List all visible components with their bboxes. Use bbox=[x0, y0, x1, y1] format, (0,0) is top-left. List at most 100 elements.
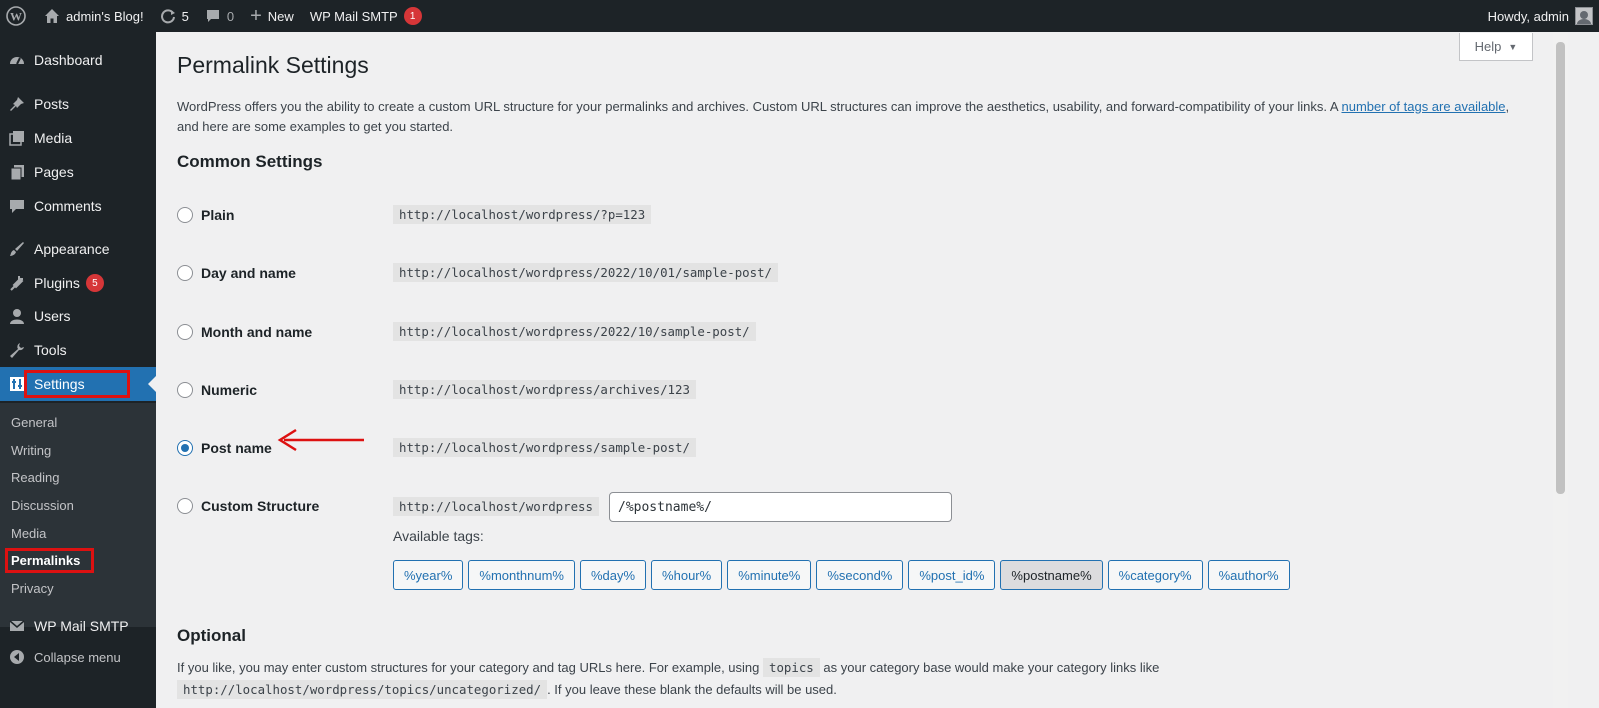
optional-description: If you like, you may enter custom struct… bbox=[177, 658, 1160, 677]
tag-button[interactable]: %category% bbox=[1107, 560, 1203, 590]
custom-base-url: http://localhost/wordpress bbox=[393, 497, 599, 516]
pages-icon bbox=[0, 163, 34, 181]
wp-mail-smtp-link[interactable]: WP Mail SMTP 1 bbox=[302, 0, 430, 32]
wp-mail-smtp-label: WP Mail SMTP bbox=[309, 8, 398, 24]
admin-bar: W admin's Blog! 5 0 + New WP Mail SMTP 1… bbox=[0, 0, 1599, 32]
intro-paragraph: WordPress offers you the ability to crea… bbox=[177, 97, 1517, 137]
updates-link[interactable]: 5 bbox=[152, 0, 197, 32]
menu-plugins[interactable]: Plugins 5 bbox=[0, 266, 156, 300]
optional-example-url: http://localhost/wordpress/topics/uncate… bbox=[177, 680, 548, 699]
plugin-icon bbox=[0, 274, 34, 292]
mail-icon bbox=[0, 617, 34, 635]
radio-post-name[interactable] bbox=[177, 440, 193, 456]
tag-button[interactable]: %author% bbox=[1207, 560, 1290, 590]
tag-button[interactable]: %hour% bbox=[651, 560, 723, 590]
new-content-link[interactable]: + New bbox=[242, 0, 302, 32]
menu-users[interactable]: Users bbox=[0, 299, 156, 333]
scroll-thumb[interactable] bbox=[1556, 42, 1565, 494]
radio-day-and-name[interactable] bbox=[177, 265, 193, 281]
wordpress-logo-icon: W bbox=[6, 6, 26, 26]
comment-icon bbox=[0, 197, 34, 215]
tag-button[interactable]: %post_id% bbox=[908, 560, 996, 590]
option-numeric[interactable]: Numeric bbox=[177, 382, 257, 398]
radio-numeric[interactable] bbox=[177, 382, 193, 398]
optional-text-after: as your category base would make your ca… bbox=[823, 660, 1160, 675]
optional-text-end: . If you leave these blank the defaults … bbox=[547, 682, 837, 697]
option-day-and-name[interactable]: Day and name bbox=[177, 265, 296, 281]
my-account-link[interactable]: Howdy, admin bbox=[1480, 0, 1593, 32]
optional-description-2: http://localhost/wordpress/topics/uncate… bbox=[177, 680, 837, 699]
intro-text: WordPress offers you the ability to crea… bbox=[177, 99, 1338, 114]
menu-label: Appearance bbox=[34, 241, 110, 257]
tag-button[interactable]: %second% bbox=[816, 560, 904, 590]
menu-label: Tools bbox=[34, 342, 67, 358]
tag-button[interactable]: %day% bbox=[579, 560, 647, 590]
plus-icon: + bbox=[250, 4, 262, 27]
comment-bubble-icon bbox=[205, 8, 221, 24]
annotation-box-settings bbox=[24, 370, 130, 398]
avatar bbox=[1575, 7, 1593, 25]
tag-button[interactable]: %minute% bbox=[727, 560, 812, 590]
site-name-link[interactable]: admin's Blog! bbox=[36, 0, 152, 32]
home-icon bbox=[44, 8, 60, 24]
help-button[interactable]: Help ▼ bbox=[1459, 33, 1533, 61]
comments-link[interactable]: 0 bbox=[197, 0, 242, 32]
example-url: http://localhost/wordpress/archives/123 bbox=[393, 380, 696, 399]
menu-label: Pages bbox=[34, 164, 74, 180]
new-label: New bbox=[267, 8, 294, 24]
option-label: Post name bbox=[201, 440, 272, 456]
collapse-menu-button[interactable]: Collapse menu bbox=[0, 640, 156, 674]
submenu-media[interactable]: Media bbox=[11, 526, 46, 541]
annotation-box-permalinks bbox=[5, 548, 94, 573]
page-scrollbar[interactable] bbox=[1553, 32, 1568, 708]
wordpress-logo-button[interactable]: W bbox=[0, 0, 36, 32]
annotation-arrow-icon bbox=[277, 428, 364, 452]
submenu-reading[interactable]: Reading bbox=[11, 470, 59, 485]
menu-tools[interactable]: Tools bbox=[0, 333, 156, 367]
menu-comments[interactable]: Comments bbox=[0, 189, 156, 223]
menu-label: Plugins bbox=[34, 275, 80, 291]
radio-custom-structure[interactable] bbox=[177, 498, 193, 514]
option-custom-structure[interactable]: Custom Structure bbox=[177, 498, 319, 514]
submenu-discussion[interactable]: Discussion bbox=[11, 498, 74, 513]
available-tags-label: Available tags: bbox=[393, 528, 484, 544]
tag-button-active[interactable]: %postname% bbox=[1000, 560, 1103, 590]
menu-pages[interactable]: Pages bbox=[0, 155, 156, 189]
tag-button[interactable]: %year% bbox=[393, 560, 464, 590]
example-url: http://localhost/wordpress/?p=123 bbox=[393, 205, 652, 224]
menu-appearance[interactable]: Appearance bbox=[0, 232, 156, 266]
option-label: Numeric bbox=[201, 382, 258, 398]
menu-label: Media bbox=[34, 130, 73, 146]
option-month-and-name[interactable]: Month and name bbox=[177, 324, 312, 340]
option-post-name[interactable]: Post name bbox=[177, 440, 272, 456]
plugins-update-badge: 5 bbox=[85, 274, 104, 292]
admin-sidebar: Dashboard Posts Media Pages Comments App… bbox=[0, 32, 156, 708]
brush-icon bbox=[0, 240, 34, 258]
svg-text:W: W bbox=[10, 10, 22, 24]
radio-month-and-name[interactable] bbox=[177, 324, 193, 340]
submenu-privacy[interactable]: Privacy bbox=[11, 581, 54, 596]
intro-comma: , bbox=[1505, 99, 1510, 114]
custom-structure-input[interactable] bbox=[609, 492, 952, 522]
option-plain[interactable]: Plain bbox=[177, 207, 234, 223]
submenu-writing[interactable]: Writing bbox=[11, 443, 51, 458]
menu-label: Comments bbox=[34, 198, 102, 214]
menu-label: Posts bbox=[34, 96, 70, 112]
tags-link[interactable]: number of tags are available bbox=[1341, 99, 1505, 114]
radio-plain[interactable] bbox=[177, 207, 193, 223]
comments-count: 0 bbox=[226, 8, 235, 24]
menu-posts[interactable]: Posts bbox=[0, 87, 156, 121]
optional-code: topics bbox=[763, 658, 820, 677]
menu-media[interactable]: Media bbox=[0, 121, 156, 155]
site-name: admin's Blog! bbox=[66, 8, 144, 24]
submenu-general[interactable]: General bbox=[11, 415, 57, 430]
updates-count: 5 bbox=[181, 8, 189, 24]
optional-text-before: If you like, you may enter custom struct… bbox=[177, 660, 760, 675]
settings-submenu: General Writing Reading Discussion Media… bbox=[0, 403, 156, 627]
tag-button[interactable]: %monthnum% bbox=[468, 560, 575, 590]
menu-label: Users bbox=[34, 308, 71, 324]
menu-wp-mail-smtp[interactable]: WP Mail SMTP bbox=[0, 609, 156, 643]
menu-dashboard[interactable]: Dashboard bbox=[0, 43, 156, 77]
example-url: http://localhost/wordpress/2022/10/sampl… bbox=[393, 322, 756, 341]
wrench-icon bbox=[0, 341, 34, 359]
